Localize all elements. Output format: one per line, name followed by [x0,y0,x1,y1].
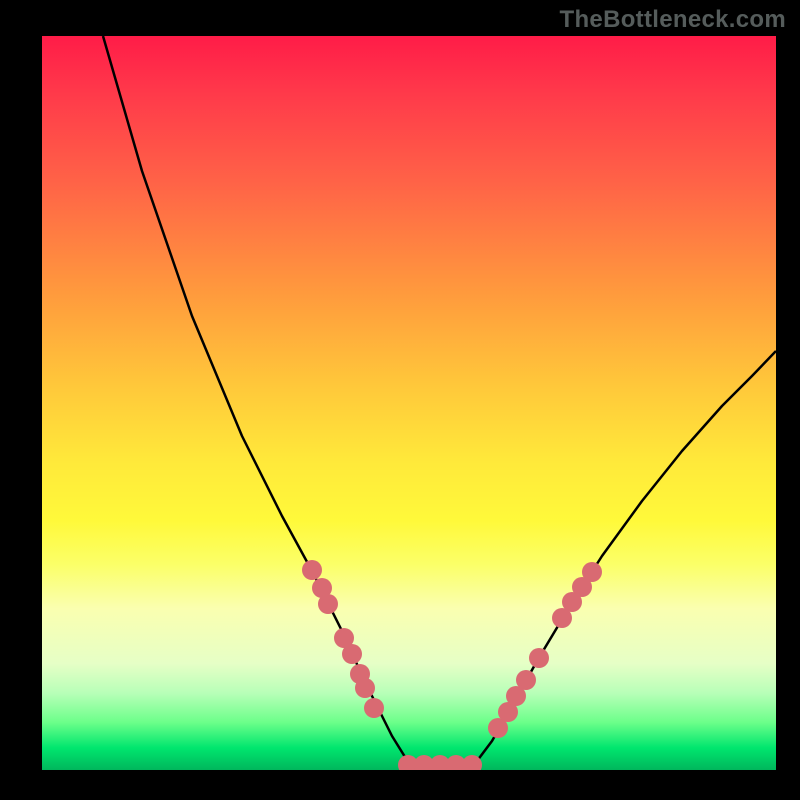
chart-curves [103,36,776,765]
data-point [302,560,322,580]
chart-area [42,36,776,770]
data-point [342,644,362,664]
data-point [582,562,602,582]
chart-markers [302,560,602,770]
bottleneck-curve [103,36,776,765]
data-point [318,594,338,614]
watermark-text: TheBottleneck.com [560,6,786,34]
data-point [355,678,375,698]
data-point [364,698,384,718]
chart-svg [42,36,776,770]
data-point [516,670,536,690]
data-point [529,648,549,668]
app-frame: TheBottleneck.com [0,0,800,800]
